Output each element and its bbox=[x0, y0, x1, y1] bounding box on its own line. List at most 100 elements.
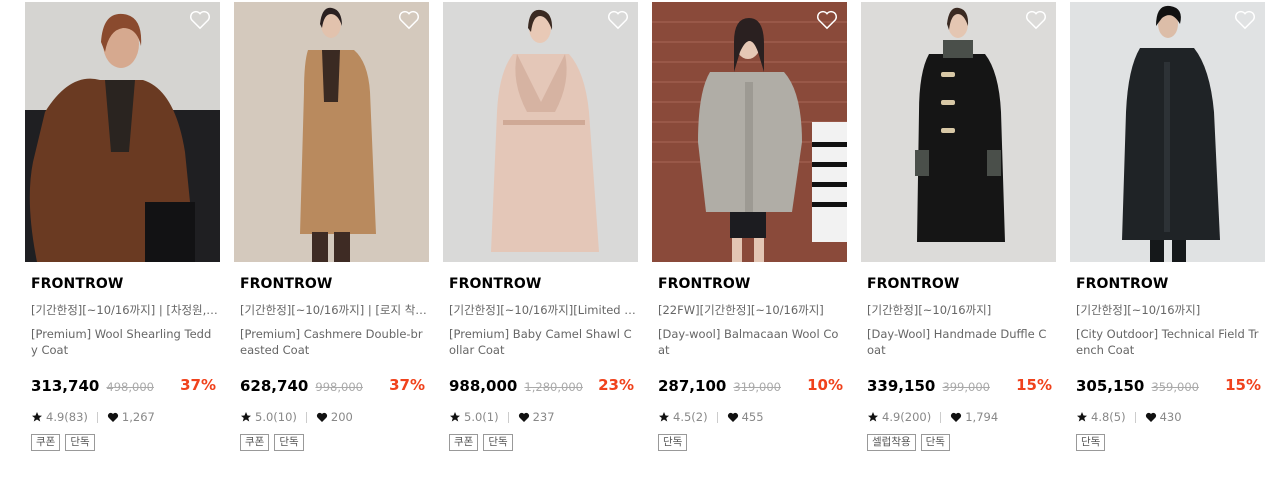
divider bbox=[940, 411, 942, 423]
product-card[interactable]: FRONTROW [22FW][기간한정][~10/16까지] [Day-woo… bbox=[652, 2, 847, 472]
wishlist-heart-icon[interactable] bbox=[1234, 10, 1256, 30]
tag-list: 쿠폰 단독 bbox=[31, 434, 95, 451]
sale-price: 339,150 bbox=[867, 377, 936, 395]
wishlist-heart-icon[interactable] bbox=[189, 10, 211, 30]
wishlist-heart-icon[interactable] bbox=[607, 10, 629, 30]
rating: 4.9(83) bbox=[46, 410, 88, 424]
divider bbox=[305, 411, 307, 423]
promo-text[interactable]: [기간한정][~10/16까지] | [로지 착용][... bbox=[240, 302, 427, 318]
sale-price: 988,000 bbox=[449, 377, 518, 395]
product-card[interactable]: FRONTROW [기간한정][~10/16까지] | [차정원,정... [P… bbox=[25, 2, 220, 472]
price-row: 287,100 319,000 10% bbox=[658, 376, 843, 396]
discount-rate: 15% bbox=[1225, 376, 1261, 394]
product-card[interactable]: FRONTROW [기간한정][~10/16까지] [City Outdoor]… bbox=[1070, 2, 1265, 472]
promo-text[interactable]: [기간한정][~10/16까지] | [차정원,정... bbox=[31, 302, 218, 318]
product-name[interactable]: [Premium] Wool Shearling Teddy Coat bbox=[31, 326, 217, 358]
like-count: 455 bbox=[741, 410, 764, 424]
product-photo bbox=[861, 2, 1056, 262]
promo-text[interactable]: [22FW][기간한정][~10/16까지] bbox=[658, 302, 845, 318]
discount-rate: 10% bbox=[807, 376, 843, 394]
heart-filled-icon bbox=[107, 412, 119, 422]
tag-exclusive: 단독 bbox=[658, 434, 688, 451]
product-grid: FRONTROW [기간한정][~10/16까지] | [차정원,정... [P… bbox=[0, 0, 1269, 499]
product-name[interactable]: [Day-Wool] Handmade Duffle Coat bbox=[867, 326, 1053, 358]
tag-list: 쿠폰 단독 bbox=[449, 434, 513, 451]
like-count: 430 bbox=[1159, 410, 1182, 424]
divider bbox=[1134, 411, 1136, 423]
product-name[interactable]: [Premium] Cashmere Double-breasted Coat bbox=[240, 326, 426, 358]
tag-list: 셀럽착용 단독 bbox=[867, 434, 950, 451]
product-image[interactable] bbox=[25, 2, 220, 262]
original-price: 498,000 bbox=[106, 380, 154, 394]
tag-exclusive: 단독 bbox=[483, 434, 513, 451]
like-count: 1,267 bbox=[121, 410, 155, 424]
product-card[interactable]: FRONTROW [기간한정][~10/16까지] | [로지 착용][... … bbox=[234, 2, 429, 472]
price-row: 313,740 498,000 37% bbox=[31, 376, 216, 396]
tag-exclusive: 단독 bbox=[1076, 434, 1106, 451]
promo-text[interactable]: [기간한정][~10/16까지] bbox=[1076, 302, 1263, 318]
review-meta: 5.0(1) 237 bbox=[449, 409, 555, 425]
original-price: 359,000 bbox=[1151, 380, 1199, 394]
price-row: 628,740 998,000 37% bbox=[240, 376, 425, 396]
product-image[interactable] bbox=[1070, 2, 1265, 262]
star-icon bbox=[450, 412, 460, 422]
product-image[interactable] bbox=[234, 2, 429, 262]
promo-text[interactable]: [기간한정][~10/16까지][Limited Edit... bbox=[449, 302, 636, 318]
discount-rate: 15% bbox=[1016, 376, 1052, 394]
product-card[interactable]: FRONTROW [기간한정][~10/16까지][Limited Edit..… bbox=[443, 2, 638, 472]
tag-coupon: 쿠폰 bbox=[240, 434, 270, 451]
product-image[interactable] bbox=[652, 2, 847, 262]
review-meta: 4.9(200) 1,794 bbox=[867, 409, 998, 425]
star-icon bbox=[659, 412, 669, 422]
tag-exclusive: 단독 bbox=[65, 434, 95, 451]
like-count: 1,794 bbox=[965, 410, 999, 424]
brand-name[interactable]: FRONTROW bbox=[867, 276, 959, 292]
sale-price: 313,740 bbox=[31, 377, 100, 395]
brand-name[interactable]: FRONTROW bbox=[449, 276, 541, 292]
tag-celeb: 셀럽착용 bbox=[867, 434, 916, 451]
review-meta: 4.5(2) 455 bbox=[658, 409, 764, 425]
divider bbox=[507, 411, 509, 423]
promo-text[interactable]: [기간한정][~10/16까지] bbox=[867, 302, 1054, 318]
rating: 4.5(2) bbox=[673, 410, 708, 424]
rating: 4.9(200) bbox=[882, 410, 932, 424]
product-name[interactable]: [Day-wool] Balmacaan Wool Coat bbox=[658, 326, 844, 358]
product-card[interactable]: FRONTROW [기간한정][~10/16까지] [Day-Wool] Han… bbox=[861, 2, 1056, 472]
price-row: 339,150 399,000 15% bbox=[867, 376, 1052, 396]
original-price: 319,000 bbox=[733, 380, 781, 394]
brand-name[interactable]: FRONTROW bbox=[658, 276, 750, 292]
product-photo bbox=[234, 2, 429, 262]
original-price: 998,000 bbox=[315, 380, 363, 394]
product-photo bbox=[1070, 2, 1265, 262]
product-image[interactable] bbox=[861, 2, 1056, 262]
rating: 4.8(5) bbox=[1091, 410, 1126, 424]
tag-exclusive: 단독 bbox=[274, 434, 304, 451]
rating: 5.0(1) bbox=[464, 410, 499, 424]
original-price: 399,000 bbox=[942, 380, 990, 394]
brand-name[interactable]: FRONTROW bbox=[240, 276, 332, 292]
price-row: 305,150 359,000 15% bbox=[1076, 376, 1261, 396]
star-icon bbox=[868, 412, 878, 422]
wishlist-heart-icon[interactable] bbox=[1025, 10, 1047, 30]
star-icon bbox=[32, 412, 42, 422]
product-name[interactable]: [City Outdoor] Technical Field Trench Co… bbox=[1076, 326, 1262, 358]
tag-exclusive: 단독 bbox=[920, 434, 950, 451]
heart-filled-icon bbox=[1145, 412, 1156, 422]
product-photo bbox=[652, 2, 847, 262]
tag-list: 단독 bbox=[1076, 434, 1106, 451]
product-photo bbox=[443, 2, 638, 262]
discount-rate: 23% bbox=[598, 376, 634, 394]
brand-name[interactable]: FRONTROW bbox=[31, 276, 123, 292]
heart-filled-icon bbox=[951, 412, 962, 422]
product-photo bbox=[25, 2, 220, 262]
heart-filled-icon bbox=[727, 412, 738, 422]
divider bbox=[716, 411, 718, 423]
wishlist-heart-icon[interactable] bbox=[398, 10, 420, 30]
product-image[interactable] bbox=[443, 2, 638, 262]
review-meta: 5.0(10) 200 bbox=[240, 409, 353, 425]
brand-name[interactable]: FRONTROW bbox=[1076, 276, 1168, 292]
product-name[interactable]: [Premium] Baby Camel Shawl Collar Coat bbox=[449, 326, 635, 358]
wishlist-heart-icon[interactable] bbox=[816, 10, 838, 30]
heart-filled-icon bbox=[316, 412, 328, 422]
tag-coupon: 쿠폰 bbox=[31, 434, 61, 451]
